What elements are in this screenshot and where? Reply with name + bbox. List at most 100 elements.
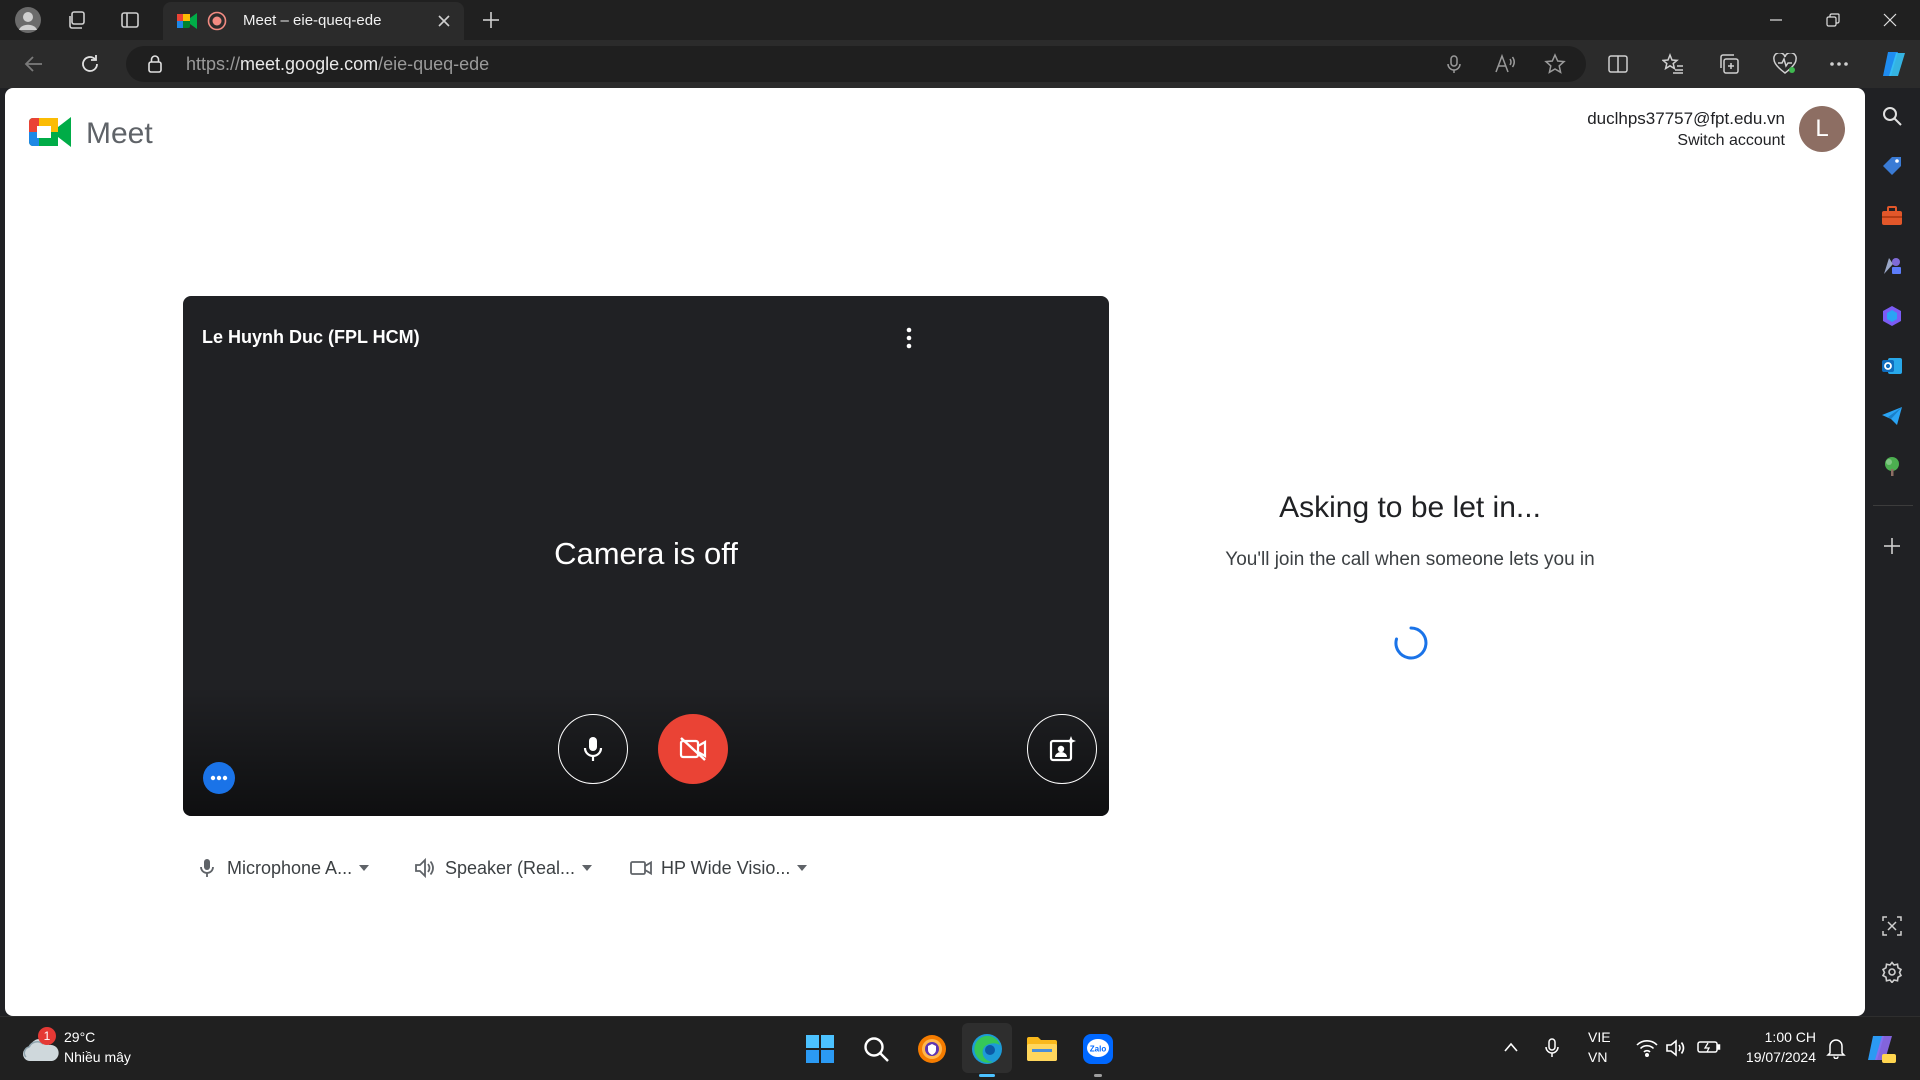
url-host: meet.google.com <box>240 54 379 74</box>
wifi-icon[interactable] <box>1636 1038 1658 1058</box>
visual-effects-button[interactable] <box>1027 714 1097 784</box>
speaker-selector-label: Speaker (Real... <box>445 857 576 878</box>
url-path: /eie-queq-ede <box>378 54 490 74</box>
visual-effects-icon <box>1049 736 1076 762</box>
tab-title: Meet – eie-queq-ede <box>243 12 382 29</box>
loading-spinner-icon <box>1392 624 1430 662</box>
chevron-down-icon <box>359 865 370 871</box>
favorites-icon[interactable] <box>1662 53 1684 75</box>
tab-meet[interactable]: Meet – eie-queq-ede <box>163 2 464 40</box>
vpn-shield-app-icon[interactable] <box>914 1031 950 1067</box>
meet-favicon-icon <box>177 12 197 30</box>
preview-gradient <box>183 686 1109 816</box>
edge-browser-icon[interactable] <box>969 1031 1005 1067</box>
lock-icon[interactable] <box>146 54 164 74</box>
copilot-icon[interactable] <box>1879 49 1909 79</box>
add-sidebar-app-icon[interactable] <box>1878 532 1906 560</box>
browser-tab-strip: Meet – eie-queq-ede <box>0 0 1920 40</box>
recording-indicator-icon <box>207 11 227 31</box>
camera-selector[interactable]: HP Wide Visio... <box>629 848 808 888</box>
url-text[interactable]: https://meet.google.com/eie-queq-ede <box>186 54 489 75</box>
camera-toggle-button[interactable] <box>658 714 728 784</box>
screenshot-icon[interactable] <box>1878 912 1906 940</box>
favorite-star-icon[interactable] <box>1544 53 1566 75</box>
shopping-tag-icon[interactable] <box>1878 152 1906 180</box>
chevron-down-icon <box>582 865 593 871</box>
waiting-subtitle: You'll join the call when someone lets y… <box>1225 549 1595 570</box>
camera-off-icon <box>679 737 707 761</box>
close-tab-icon[interactable] <box>435 12 453 30</box>
language-region[interactable]: VN <box>1588 1049 1607 1065</box>
chevron-down-icon <box>797 865 808 871</box>
edge-sidebar <box>1865 88 1920 1016</box>
volume-icon[interactable] <box>1665 1038 1687 1058</box>
microphone-selector[interactable]: Microphone A... <box>197 848 370 888</box>
new-tab-icon[interactable] <box>477 6 505 34</box>
language-code[interactable]: VIE <box>1588 1029 1611 1045</box>
zalo-app-icon[interactable]: Zalo <box>1080 1031 1116 1067</box>
weather-alert-badge: 1 <box>38 1027 56 1045</box>
read-aloud-icon[interactable] <box>1494 54 1516 74</box>
back-icon[interactable] <box>22 52 46 76</box>
clock-date[interactable]: 19/07/2024 <box>1730 1049 1816 1065</box>
mic-tray-icon[interactable] <box>1543 1037 1561 1059</box>
taskbar-search-icon[interactable] <box>858 1031 894 1067</box>
refresh-icon[interactable] <box>78 52 102 76</box>
profile-avatar-icon[interactable] <box>14 6 42 34</box>
vertical-tabs-icon[interactable] <box>116 6 144 34</box>
microphone-icon <box>583 737 603 761</box>
notifications-bell-icon[interactable] <box>1826 1037 1846 1059</box>
participant-name: Le Huynh Duc (FPL HCM) <box>202 327 420 347</box>
more-dots-icon <box>210 775 228 781</box>
outlook-icon[interactable] <box>1878 352 1906 380</box>
weather-temperature[interactable]: 29°C <box>64 1029 95 1045</box>
zalo-running-indicator <box>1094 1074 1102 1077</box>
collections-icon[interactable] <box>1718 53 1740 75</box>
url-scheme: https:// <box>186 54 241 74</box>
speaker-selector[interactable]: Speaker (Real... <box>413 848 593 888</box>
product-title[interactable]: Meet <box>86 117 153 151</box>
account-email: duclhps37757@fpt.edu.vn <box>1587 109 1785 128</box>
microphone-toggle-button[interactable] <box>558 714 628 784</box>
copilot-taskbar-icon[interactable] <box>1864 1032 1896 1064</box>
edge-running-indicator <box>979 1074 995 1077</box>
restore-window-icon[interactable] <box>1805 0 1861 40</box>
browser-toolbar: https://meet.google.com/eie-queq-ede <box>0 40 1920 88</box>
waiting-title: Asking to be let in... <box>1279 491 1541 524</box>
preview-more-options-icon[interactable] <box>896 325 922 351</box>
start-windows-icon[interactable] <box>802 1031 838 1067</box>
more-menu-icon[interactable] <box>1828 53 1850 75</box>
camera-selector-label: HP Wide Visio... <box>661 857 791 878</box>
sidebar-settings-icon[interactable] <box>1878 958 1906 986</box>
camera-off-message: Camera is off <box>554 536 738 571</box>
browser-essentials-icon[interactable] <box>1773 53 1797 75</box>
more-effects-button[interactable] <box>203 762 235 794</box>
avatar[interactable]: L <box>1799 106 1845 152</box>
mic-in-use-icon[interactable] <box>1444 54 1464 74</box>
video-camera-icon <box>630 860 652 876</box>
file-explorer-icon[interactable] <box>1024 1031 1060 1067</box>
meet-page: Meet duclhps37757@fpt.edu.vn Switch acco… <box>5 88 1865 1016</box>
battery-icon[interactable] <box>1697 1039 1721 1055</box>
split-screen-icon[interactable] <box>1607 53 1629 75</box>
svg-text:Zalo: Zalo <box>1090 1045 1107 1054</box>
microphone-selector-label: Microphone A... <box>227 857 353 878</box>
copilot-sidebar-icon[interactable] <box>1878 302 1906 330</box>
tools-briefcase-icon[interactable] <box>1878 202 1906 230</box>
send-telegram-icon[interactable] <box>1878 402 1906 430</box>
workspaces-icon[interactable] <box>63 6 91 34</box>
address-bar[interactable]: https://meet.google.com/eie-queq-ede <box>126 46 1586 82</box>
close-window-icon[interactable] <box>1862 0 1918 40</box>
windows-taskbar: 1 29°C Nhiều mây Zalo VIE VN 1:00 CH 19/… <box>0 1016 1920 1080</box>
google-meet-logo-icon[interactable] <box>29 114 71 150</box>
sidebar-search-icon[interactable] <box>1878 102 1906 130</box>
show-hidden-icons-icon[interactable] <box>1503 1041 1519 1053</box>
tree-icon[interactable] <box>1878 452 1906 480</box>
speaker-icon <box>415 857 434 879</box>
clock-time[interactable]: 1:00 CH <box>1730 1029 1816 1045</box>
games-icon[interactable] <box>1878 252 1906 280</box>
weather-description[interactable]: Nhiều mây <box>64 1049 131 1065</box>
sidebar-divider <box>1873 505 1913 506</box>
switch-account-link[interactable]: Switch account <box>1677 132 1785 150</box>
minimize-window-icon[interactable] <box>1748 0 1804 40</box>
